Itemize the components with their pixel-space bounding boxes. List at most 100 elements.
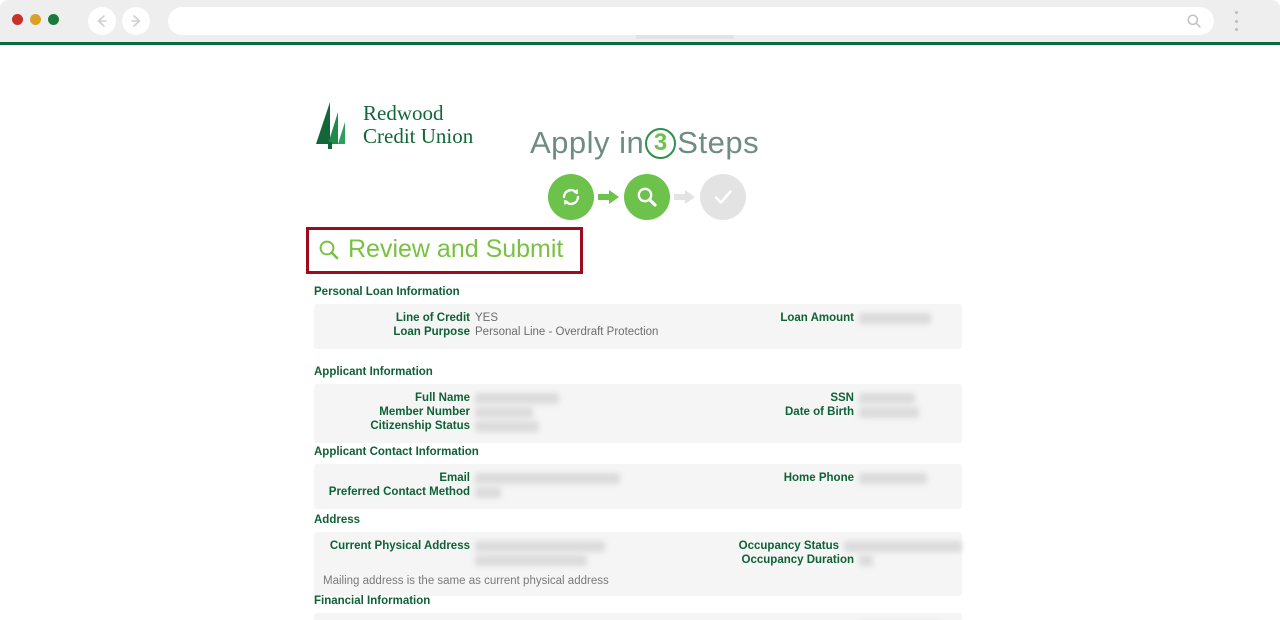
brand-name-line1: Redwood [363, 101, 444, 125]
field-column-left: Line of Credit YES Loan Purpose Personal Li… [314, 312, 669, 340]
field-value: Personal Line - Overdraft Protection [475, 326, 659, 338]
section-title: Personal Loan Information [314, 286, 460, 298]
field-row: Email [314, 472, 669, 485]
magnifier-icon [637, 187, 657, 207]
field-value: YES [475, 312, 499, 324]
section-title: Financial Information [314, 595, 431, 607]
field-row: Full Name [314, 392, 669, 405]
step-2-review[interactable] [624, 174, 670, 220]
field-label: Occupancy Status [738, 540, 839, 552]
step-1-refresh[interactable] [548, 174, 594, 220]
field-value-redacted [859, 407, 919, 418]
brand-logo[interactable]: Redwood Credit Union [314, 100, 473, 150]
brand-logo-text: Redwood Credit Union [363, 102, 473, 148]
field-label: Full Name [415, 392, 470, 404]
field-value-redacted [475, 421, 539, 432]
review-section: Applicant Information Full Name Member Num… [314, 366, 962, 443]
apply-prefix-text: Apply in [530, 125, 645, 160]
field-row: Home Phone [669, 472, 962, 485]
field-column-right: SSN Date of Birth [669, 392, 962, 434]
field-label: Current Physical Address [329, 540, 470, 552]
review-section: Financial Information Employment StatusEM… [314, 595, 962, 620]
field-column-right: Loan Amount [669, 312, 962, 340]
field-row: Occupancy Status [669, 540, 962, 553]
review-section: Applicant Contact Information Email Prefer… [314, 446, 962, 509]
field-value-redacted [475, 541, 605, 552]
field-label: SSN [830, 392, 854, 404]
forward-button[interactable] [122, 7, 150, 35]
check-icon [714, 190, 732, 204]
apply-in-steps-heading: Apply in 3 Steps [530, 125, 759, 161]
field-label: Line of Credit [395, 312, 470, 324]
field-label: Loan Purpose [393, 326, 470, 338]
arrow-right-icon [598, 190, 619, 204]
minimize-window-button[interactable] [30, 14, 41, 25]
field-label: Date of Birth [785, 406, 854, 418]
field-label: Home Phone [783, 472, 854, 484]
section-panel: Current Physical Address Occupancy Status… [314, 532, 962, 596]
maximize-window-button[interactable] [48, 14, 59, 25]
page-title: Review and Submit [318, 235, 563, 264]
section-note: Mailing address is the same as current p… [323, 575, 609, 587]
redwood-tree-logo [316, 102, 345, 149]
field-label: Occupancy Duration [741, 554, 854, 566]
step-3-submit[interactable] [700, 174, 746, 220]
field-row: Member Number [314, 406, 669, 419]
field-row: Current Physical Address [314, 540, 669, 553]
field-row: Date of Birth [669, 406, 962, 419]
field-value-redacted [859, 555, 873, 566]
field-label: Citizenship Status [370, 420, 470, 432]
page-title-label: Review and Submit [348, 235, 564, 263]
arrow-right-icon [131, 15, 141, 27]
field-value-redacted [859, 473, 927, 484]
field-value-redacted [859, 393, 915, 404]
field-value-redacted [859, 313, 931, 324]
field-row: Citizenship Status [314, 420, 669, 433]
kebab-menu-icon[interactable] [1228, 9, 1244, 33]
field-row: Loan Purpose Personal Line - Overdraft Pr… [314, 326, 669, 339]
page-content: Redwood Credit Union Apply in 3 Steps Re… [0, 45, 1280, 620]
step-arrow-1 [596, 174, 622, 220]
window-traffic-lights [12, 14, 59, 25]
arrow-left-icon [97, 15, 107, 27]
field-column-right: Occupancy Status Occupancy Duration [669, 540, 962, 568]
field-row: SSN [669, 392, 962, 405]
brand-name-line2: Credit Union [363, 124, 474, 148]
search-icon[interactable] [1186, 13, 1202, 29]
step-indicator [548, 174, 746, 220]
arrow-right-icon [674, 190, 695, 204]
section-panel: Full Name Member Number Citizenship Status… [314, 384, 962, 443]
browser-chrome [0, 0, 1280, 42]
section-panel: Employment StatusEMPLOYEDEmployerGross M… [314, 613, 962, 620]
section-title: Address [314, 514, 361, 526]
field-value-redacted [475, 393, 559, 404]
section-title: Applicant Information [314, 366, 433, 378]
apply-suffix-text: Steps [677, 125, 760, 160]
close-window-button[interactable] [12, 14, 23, 25]
field-row: Occupancy Duration [669, 554, 962, 567]
field-value-redacted [475, 407, 533, 418]
tab-stub [636, 35, 734, 39]
field-value-redacted [475, 555, 587, 566]
field-value-redacted [475, 473, 620, 484]
field-row: Preferred Contact Method [314, 486, 669, 499]
section-panel: Email Preferred Contact Method Home Phone [314, 464, 962, 509]
field-column-left: Current Physical Address [314, 540, 669, 568]
field-label: Loan Amount [780, 312, 854, 324]
field-column-left: Email Preferred Contact Method [314, 472, 669, 500]
section-title: Applicant Contact Information [314, 446, 479, 458]
step-arrow-2 [672, 174, 698, 220]
refresh-icon [562, 188, 580, 206]
back-button[interactable] [88, 7, 116, 35]
magnifier-icon [319, 240, 339, 259]
field-label: Email [439, 472, 470, 484]
address-bar[interactable] [168, 7, 1214, 35]
field-column-right: Home Phone [669, 472, 962, 500]
field-row: Line of Credit YES [314, 312, 669, 325]
field-label: Member Number [379, 406, 470, 418]
step-count-badge: 3 [645, 127, 677, 159]
section-panel: Line of Credit YES Loan Purpose Personal Li… [314, 304, 962, 349]
field-row: Loan Amount [669, 312, 962, 325]
field-column-left: Full Name Member Number Citizenship Status [314, 392, 669, 434]
review-section: Address Current Physical Address Occupancy… [314, 514, 962, 596]
